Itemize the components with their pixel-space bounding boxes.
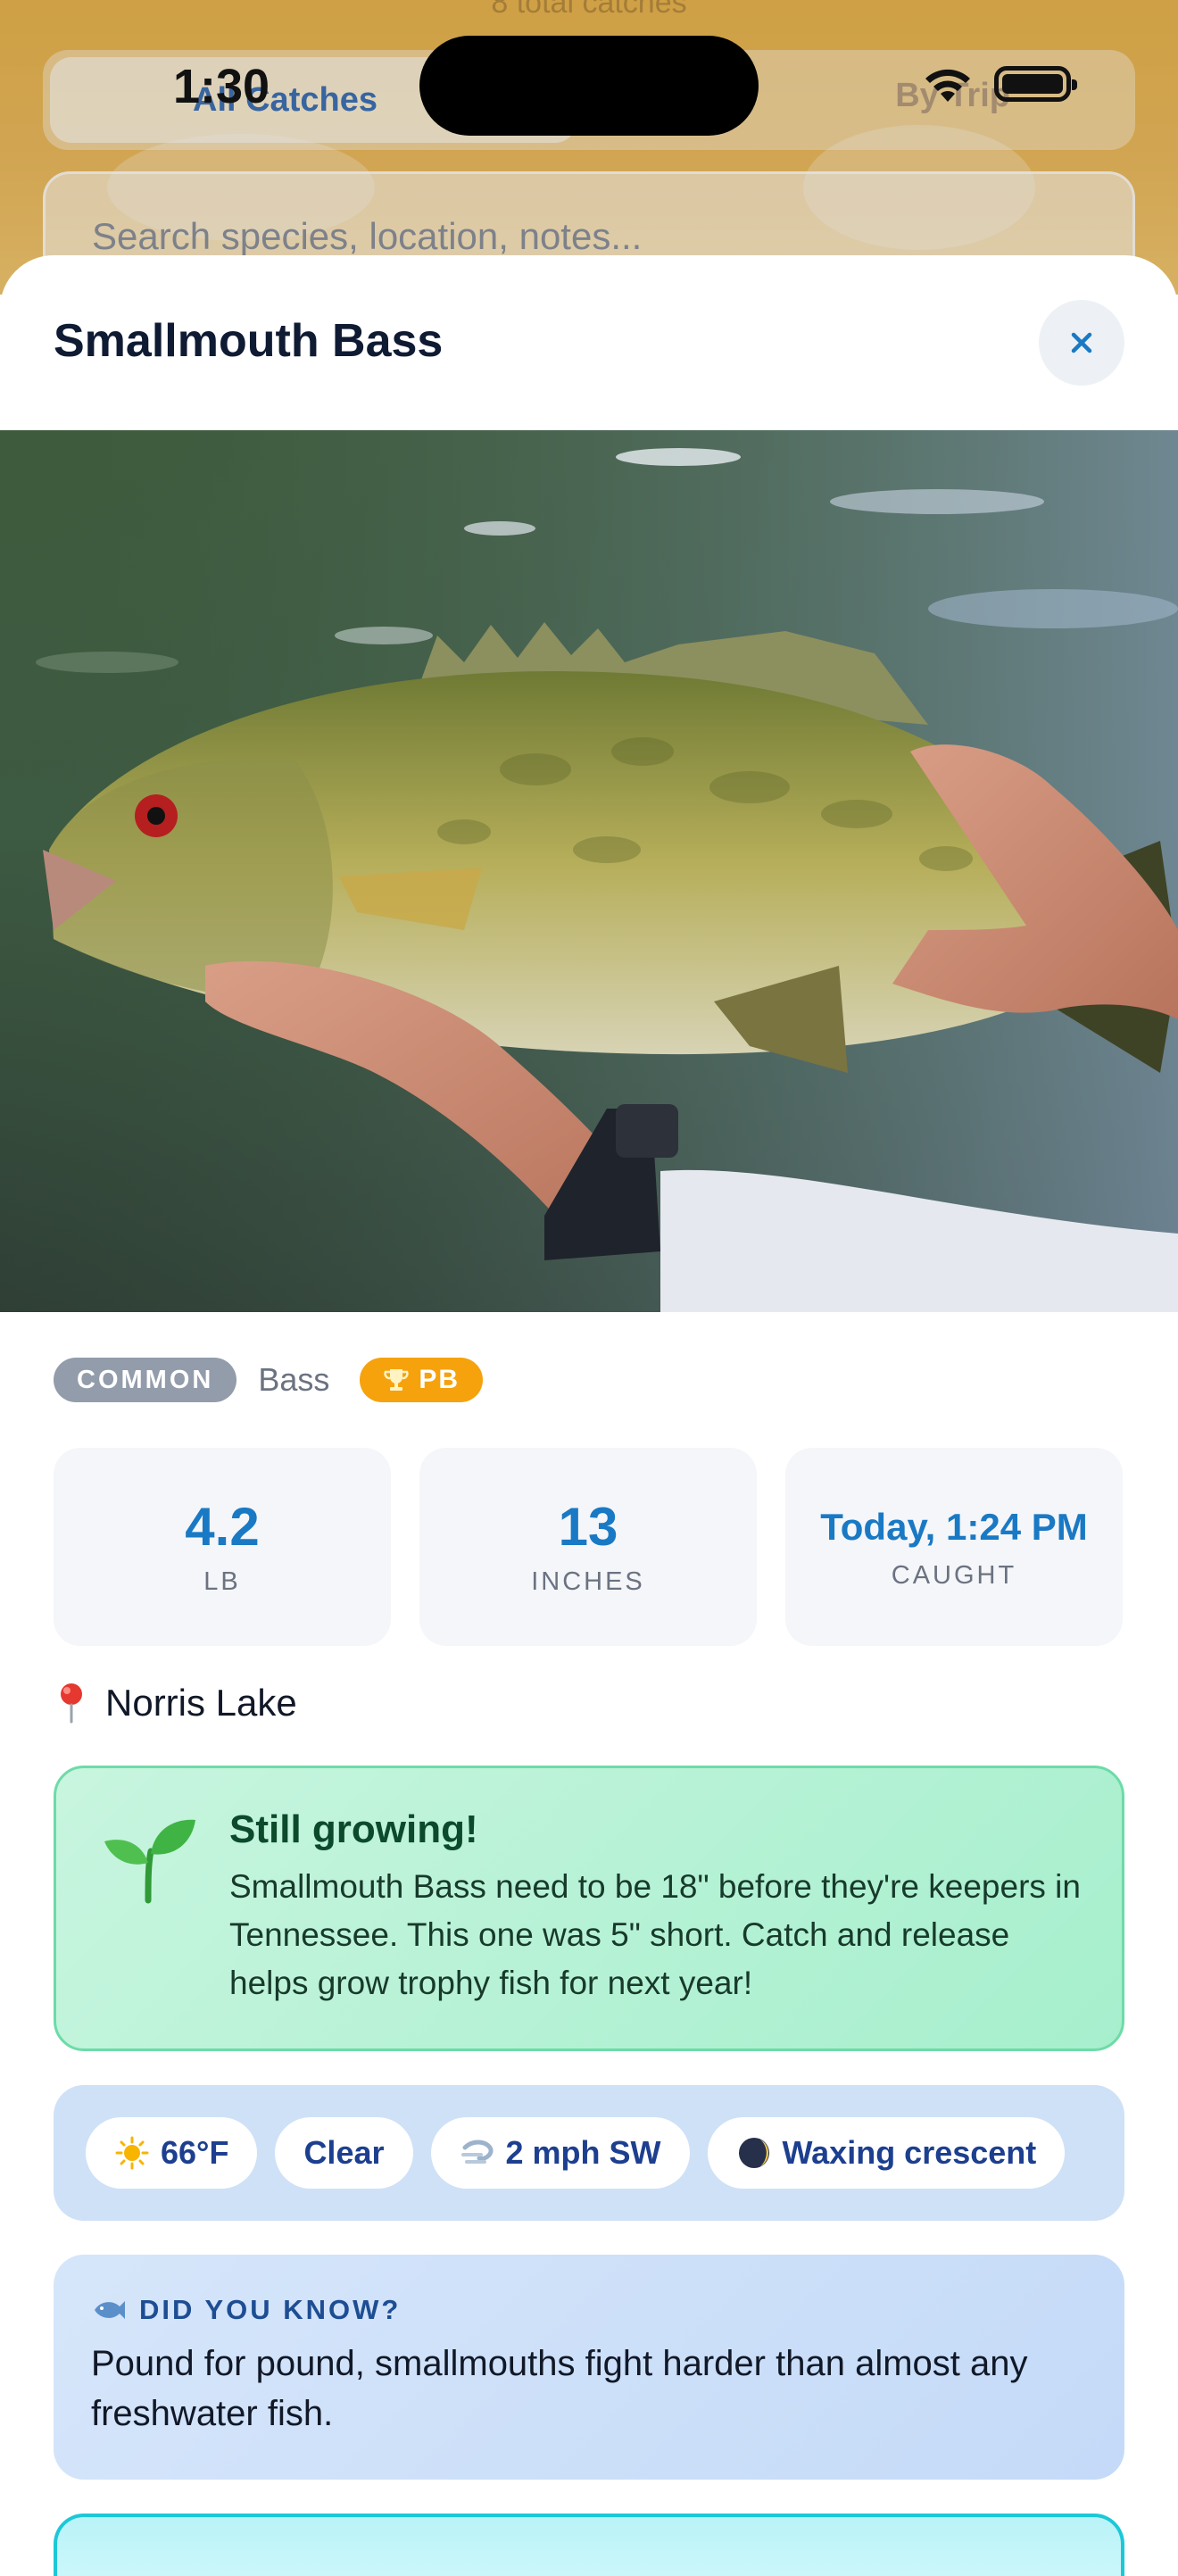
weight-value: 4.2 (185, 1496, 260, 1557)
status-icons (921, 64, 1077, 104)
size-limit-card: Still growing! Smallmouth Bass need to b… (54, 1766, 1124, 2051)
sheet-header: Smallmouth Bass (0, 255, 1178, 430)
caught-time-value: Today, 1:24 PM (820, 1505, 1088, 1548)
close-button[interactable] (1039, 300, 1124, 386)
wifi-icon (925, 69, 970, 102)
length-stat: 13 INCHES (419, 1448, 757, 1646)
species-family: Bass (258, 1361, 330, 1398)
catch-details: COMMON Bass PB 4.2 LB 13 INCHES Today, 1… (54, 1357, 1124, 2576)
sky-value: Clear (303, 2134, 385, 2171)
stats-row: 4.2 LB 13 INCHES Today, 1:24 PM CAUGHT (54, 1448, 1124, 1646)
conditions-card: 66°F Clear 2 mph SW Waxing crescent (54, 2085, 1124, 2221)
wind-icon (460, 2140, 493, 2164)
catch-detail-sheet: Smallmouth Bass COMMON Bass PB 4.2 LB 13… (0, 255, 1178, 2576)
size-limit-title: Still growing! (229, 1807, 478, 1851)
location-row[interactable]: Norris Lake (54, 1676, 1124, 1730)
weight-stat: 4.2 LB (54, 1448, 391, 1646)
wind-value: 2 mph SW (505, 2134, 661, 2171)
length-unit: INCHES (531, 1566, 645, 1596)
moon-value: Waxing crescent (782, 2134, 1037, 2171)
close-icon (1071, 332, 1092, 353)
temperature-value: 66°F (161, 2134, 229, 2171)
status-time: 1:30 (173, 60, 270, 113)
fun-fact-text: Pound for pound, smallmouths fight harde… (91, 2344, 1028, 2433)
fun-fact-label: DID YOU KNOW? (139, 2294, 402, 2325)
sky-chip: Clear (275, 2117, 413, 2189)
size-limit-text: Smallmouth Bass need to be 18" before th… (229, 1868, 1081, 2001)
wind-chip: 2 mph SW (430, 2117, 690, 2189)
weight-unit: LB (203, 1566, 241, 1596)
seedling-icon (104, 1819, 195, 1904)
caught-time-stat: Today, 1:24 PM CAUGHT (785, 1448, 1123, 1646)
battery-icon (994, 66, 1077, 102)
location-pin-icon (61, 1683, 82, 1724)
trophy-icon (384, 1369, 410, 1391)
next-card (54, 2514, 1124, 2576)
personal-best-badge: PB (360, 1358, 484, 1402)
sheet-title: Smallmouth Bass (54, 315, 444, 367)
moon-phase-icon (738, 2138, 769, 2168)
fish-icon (95, 2301, 125, 2319)
pb-label: PB (419, 1365, 460, 1394)
badge-row: COMMON Bass PB (54, 1357, 1124, 1403)
caught-time-label: CAUGHT (891, 1560, 1017, 1590)
catch-photo (0, 430, 1178, 1312)
rarity-badge: COMMON (54, 1358, 237, 1402)
moon-chip: Waxing crescent (707, 2117, 1066, 2189)
fun-fact-header: DID YOU KNOW? (91, 2294, 401, 2326)
fun-fact-card: DID YOU KNOW? Pound for pound, smallmout… (54, 2255, 1124, 2480)
dynamic-island (419, 36, 759, 136)
sun-icon (115, 2136, 149, 2170)
location-name: Norris Lake (105, 1682, 297, 1724)
length-value: 13 (558, 1496, 618, 1557)
temperature-chip: 66°F (86, 2117, 258, 2189)
